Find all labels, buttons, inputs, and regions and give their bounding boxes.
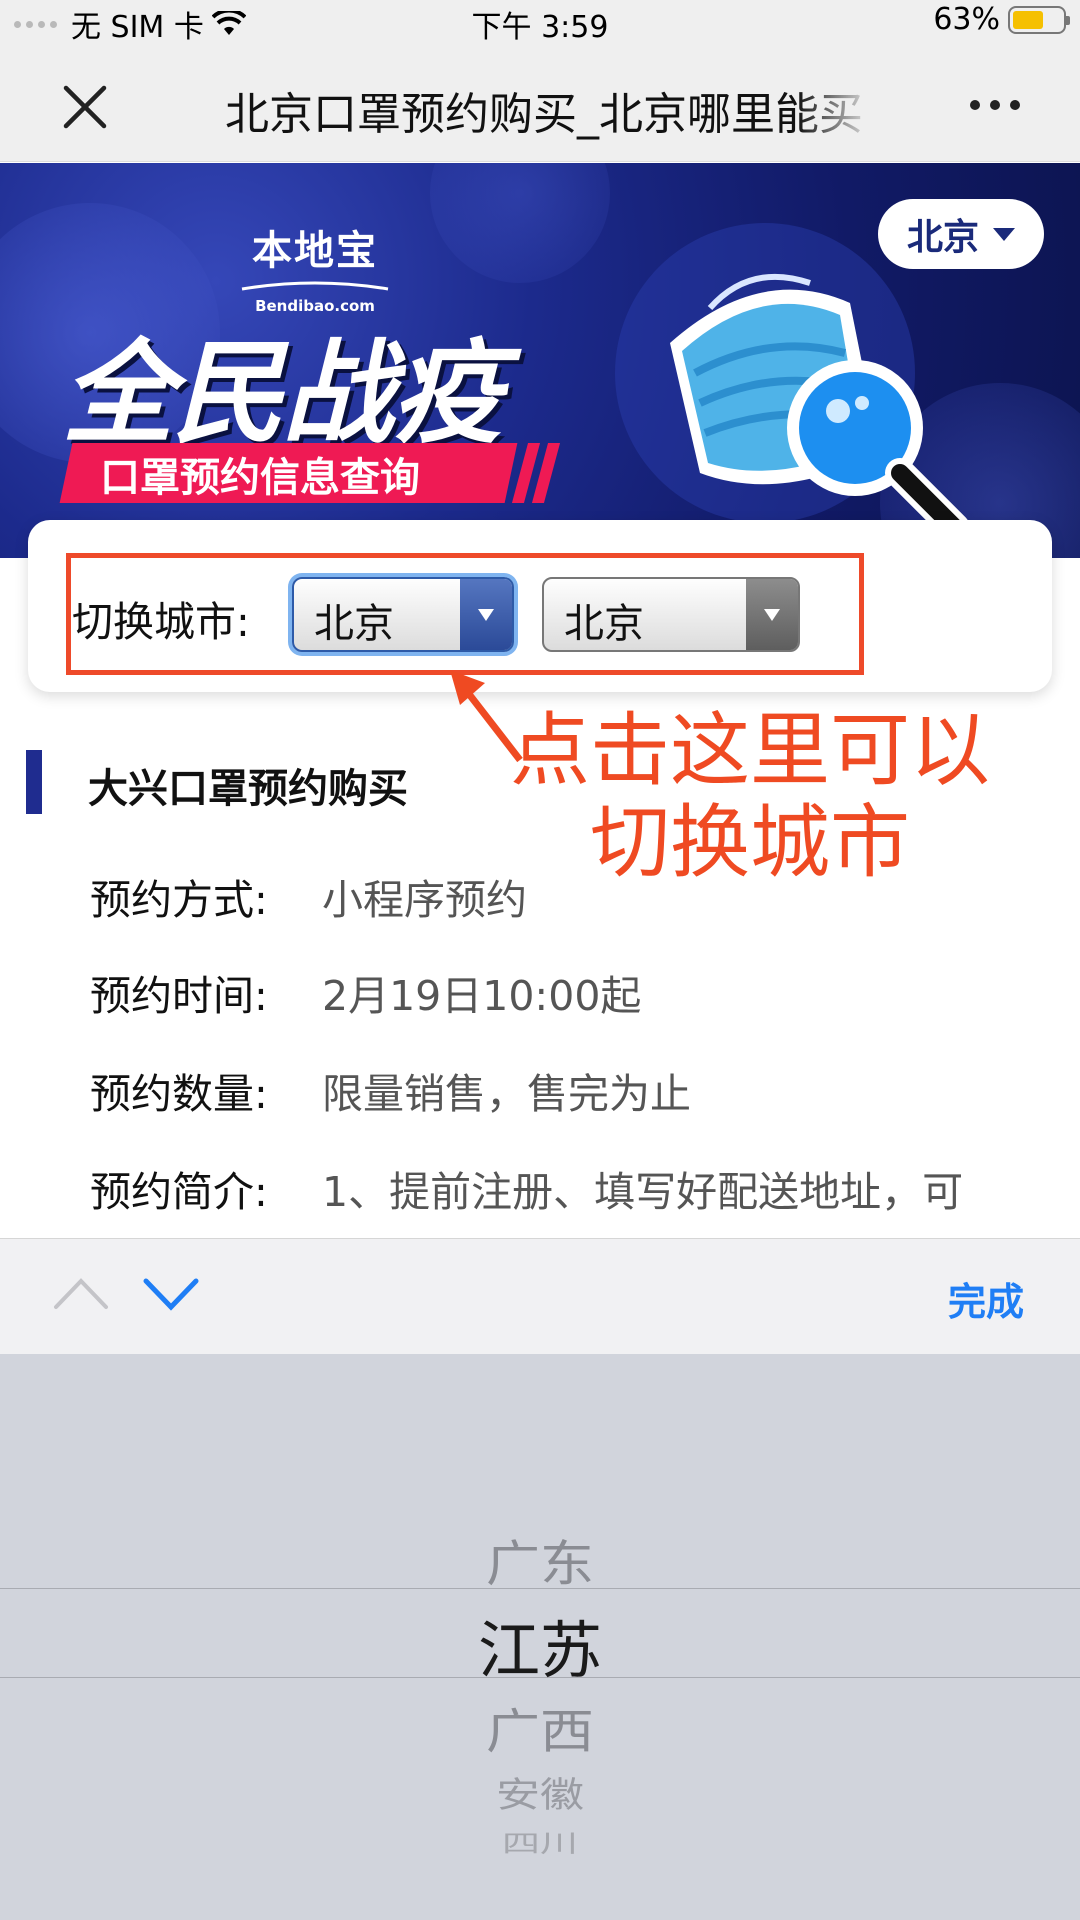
info-row: 预约时间: 2月19日10:00起 bbox=[90, 962, 641, 1022]
virus-decoration bbox=[430, 163, 610, 283]
caret-down-icon bbox=[993, 227, 1015, 241]
picker-option[interactable]: 四川 bbox=[0, 1824, 1080, 1860]
chevron-down-icon[interactable] bbox=[142, 1275, 200, 1315]
banner-headline: 全民战疫 bbox=[62, 329, 504, 459]
info-key: 预约简介: bbox=[90, 1168, 268, 1216]
mask-magnifier-illustration bbox=[615, 223, 970, 543]
done-button[interactable]: 完成 bbox=[948, 1271, 1024, 1326]
info-value: 2月19日10:00起 bbox=[322, 972, 642, 1020]
close-icon[interactable] bbox=[58, 80, 112, 134]
info-row: 预约数量: 限量销售，售完为止 bbox=[90, 1060, 691, 1120]
nav-bar: 北京口罩预约购买_北京哪里能买 bbox=[0, 44, 1080, 162]
picker-wheel[interactable]: 广东 江苏 广西 安徽 四川 bbox=[0, 1354, 1080, 1920]
section-accent-bar bbox=[26, 750, 42, 814]
page-title: 北京口罩预约购买_北京哪里能买 bbox=[225, 89, 863, 140]
brand-logo: 本地宝 Bendibao.com bbox=[240, 218, 390, 315]
picker-option[interactable]: 安徽 bbox=[0, 1766, 1080, 1817]
info-value: 1、提前注册、填写好配送地址，可 bbox=[322, 1168, 964, 1216]
info-key: 预约方式: bbox=[90, 876, 268, 924]
battery-percent: 63% bbox=[933, 2, 1000, 37]
highlight-frame bbox=[66, 553, 864, 675]
clock: 下午 3:59 bbox=[471, 10, 609, 45]
section-title: 大兴口罩预约购买 bbox=[88, 766, 408, 812]
chevron-up-icon[interactable] bbox=[52, 1273, 110, 1313]
info-key: 预约时间: bbox=[90, 972, 268, 1020]
info-value: 小程序预约 bbox=[322, 876, 527, 924]
info-row: 预约方式: 小程序预约 bbox=[90, 866, 527, 926]
banner: 本地宝 Bendibao.com 全民战疫 口罩预约信息查询 北京 bbox=[0, 163, 1080, 558]
picker-option[interactable]: 广西 bbox=[0, 1693, 1080, 1763]
info-key: 预约数量: bbox=[90, 1070, 268, 1118]
annotation-text: 点击这里可以 切换城市 bbox=[510, 704, 990, 889]
status-bar: 无 SIM 卡 下午 3:59 63% bbox=[0, 0, 1080, 45]
banner-subtitle: 口罩预约信息查询 bbox=[100, 455, 420, 501]
city-dropdown-label: 北京 bbox=[906, 217, 979, 258]
battery-icon bbox=[1008, 5, 1070, 34]
city-dropdown-button[interactable]: 北京 bbox=[878, 199, 1044, 269]
status-right: 63% bbox=[933, 2, 1070, 37]
info-value: 限量销售，售完为止 bbox=[322, 1070, 691, 1118]
picker-option-selected[interactable]: 江苏 bbox=[0, 1600, 1080, 1690]
picker-option[interactable]: 广东 bbox=[0, 1524, 1080, 1595]
info-row: 预约简介: 1、提前注册、填写好配送地址，可 bbox=[90, 1158, 963, 1218]
picker-toolbar: 完成 bbox=[0, 1238, 1080, 1354]
more-icon[interactable] bbox=[970, 100, 1020, 110]
